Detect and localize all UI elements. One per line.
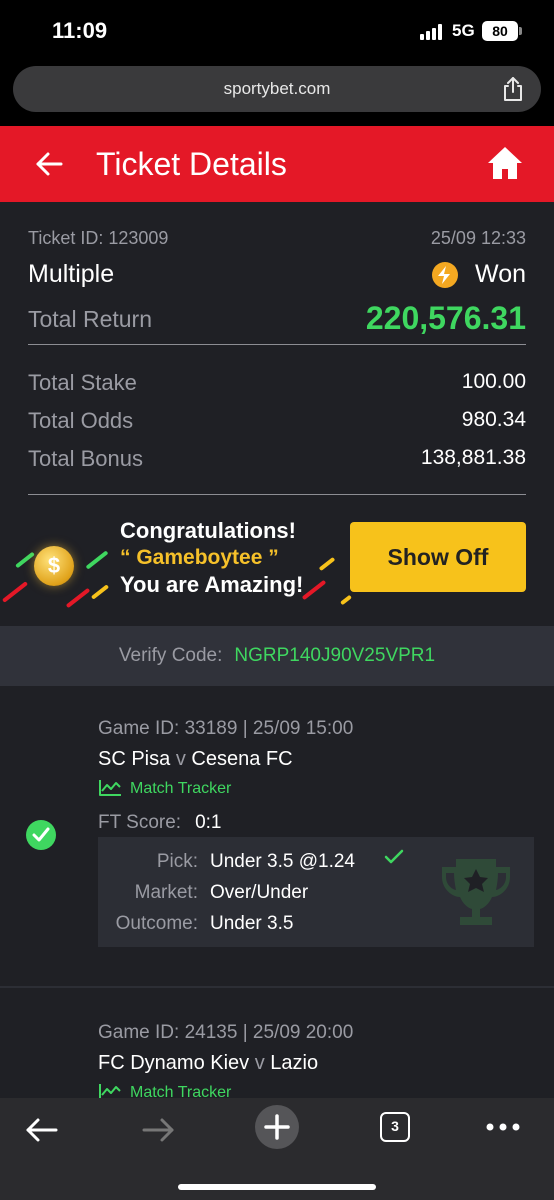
page-header: Ticket Details [0, 126, 554, 202]
total-odds-label: Total Odds [28, 408, 134, 433]
browser-back-icon[interactable] [20, 1112, 64, 1148]
new-tab-button[interactable] [255, 1105, 299, 1149]
outcome-label: Outcome: [115, 913, 198, 934]
pick-details: Pick: Under 3.5 @1.24 Market: Over/Under… [98, 837, 534, 947]
match-tracker-link[interactable]: Match Tracker [98, 1083, 231, 1098]
congrats-title: Congratulations! [120, 518, 296, 543]
congrats-message: You are Amazing! [120, 572, 304, 597]
plus-icon [264, 1114, 290, 1140]
bet-list: Game ID: 33189 | 25/09 15:00 SC Pisa v C… [0, 686, 554, 1098]
pick-value: Under 3.5 @1.24 [210, 851, 355, 872]
page-title: Ticket Details [96, 146, 287, 182]
address-bar[interactable]: sportybet.com [13, 66, 541, 112]
url-text: sportybet.com [223, 79, 331, 98]
pick-label: Pick: [156, 851, 198, 872]
total-stake-label: Total Stake [28, 370, 137, 395]
ticket-type: Multiple [28, 260, 115, 288]
match-tracker-link[interactable]: Match Tracker [98, 779, 231, 798]
total-bonus-value: 138,881.38 [420, 446, 526, 469]
divider [28, 494, 526, 495]
chart-icon [99, 1084, 121, 1098]
show-off-button[interactable]: Show Off [350, 522, 526, 592]
home-indicator [178, 1184, 376, 1190]
match-teams: SC Pisa v Cesena FC [98, 748, 293, 770]
trophy-icon [442, 859, 510, 925]
total-return-label: Total Return [28, 306, 153, 332]
total-odds-value: 980.34 [461, 408, 526, 431]
chart-icon [99, 780, 121, 796]
status-bar: 11:09 5G 80 [0, 0, 554, 60]
ticket-summary: Ticket ID: 123009 25/09 12:33 Multiple W… [0, 202, 554, 626]
pick-check-icon [384, 849, 404, 864]
market-label: Market: [134, 882, 198, 903]
browser-forward-icon[interactable] [136, 1112, 180, 1148]
home-icon[interactable] [487, 146, 523, 180]
tabs-button[interactable]: 3 [380, 1112, 410, 1142]
outcome-value: Under 3.5 [210, 913, 294, 934]
verify-code-label: Verify Code: [118, 645, 223, 666]
total-bonus-label: Total Bonus [28, 446, 143, 471]
more-options-icon[interactable] [482, 1112, 526, 1148]
total-return-value: 220,576.31 [365, 300, 526, 336]
verify-code-value[interactable]: NGRP140J90V25VPR1 [234, 645, 435, 666]
total-stake-value: 100.00 [461, 370, 526, 393]
match-teams: FC Dynamo Kiev v Lazio [98, 1052, 319, 1074]
game-id: Game ID: 33189 | 25/09 15:00 [98, 718, 354, 739]
signal-icon [420, 24, 444, 40]
network-type: 5G [452, 21, 475, 40]
ticket-datetime: 25/09 12:33 [430, 228, 526, 248]
game-id: Game ID: 24135 | 25/09 20:00 [98, 1022, 354, 1043]
congrats-banner: $ Congratulations! “ Gameboytee ” You ar… [0, 502, 554, 626]
battery-icon: 80 [482, 21, 522, 41]
divider [0, 986, 554, 988]
verify-code-bar: Verify Code: NGRP140J90V25VPR1 [0, 626, 554, 686]
share-icon[interactable] [501, 76, 525, 102]
won-check-icon [26, 820, 56, 850]
coin-icon: $ [34, 546, 74, 586]
back-arrow-icon[interactable] [33, 148, 65, 180]
lightning-icon [432, 262, 458, 288]
ticket-id: Ticket ID: 123009 [28, 228, 169, 248]
divider [28, 344, 526, 345]
browser-address-area: sportybet.com [0, 60, 554, 126]
ft-score: FT Score: 0:1 [98, 812, 222, 833]
browser-toolbar: 3 [0, 1098, 554, 1200]
market-value: Over/Under [210, 882, 309, 903]
ticket-status: Won [475, 260, 526, 288]
clock: 11:09 [52, 18, 108, 43]
congrats-username: “ Gameboytee ” [120, 546, 279, 569]
